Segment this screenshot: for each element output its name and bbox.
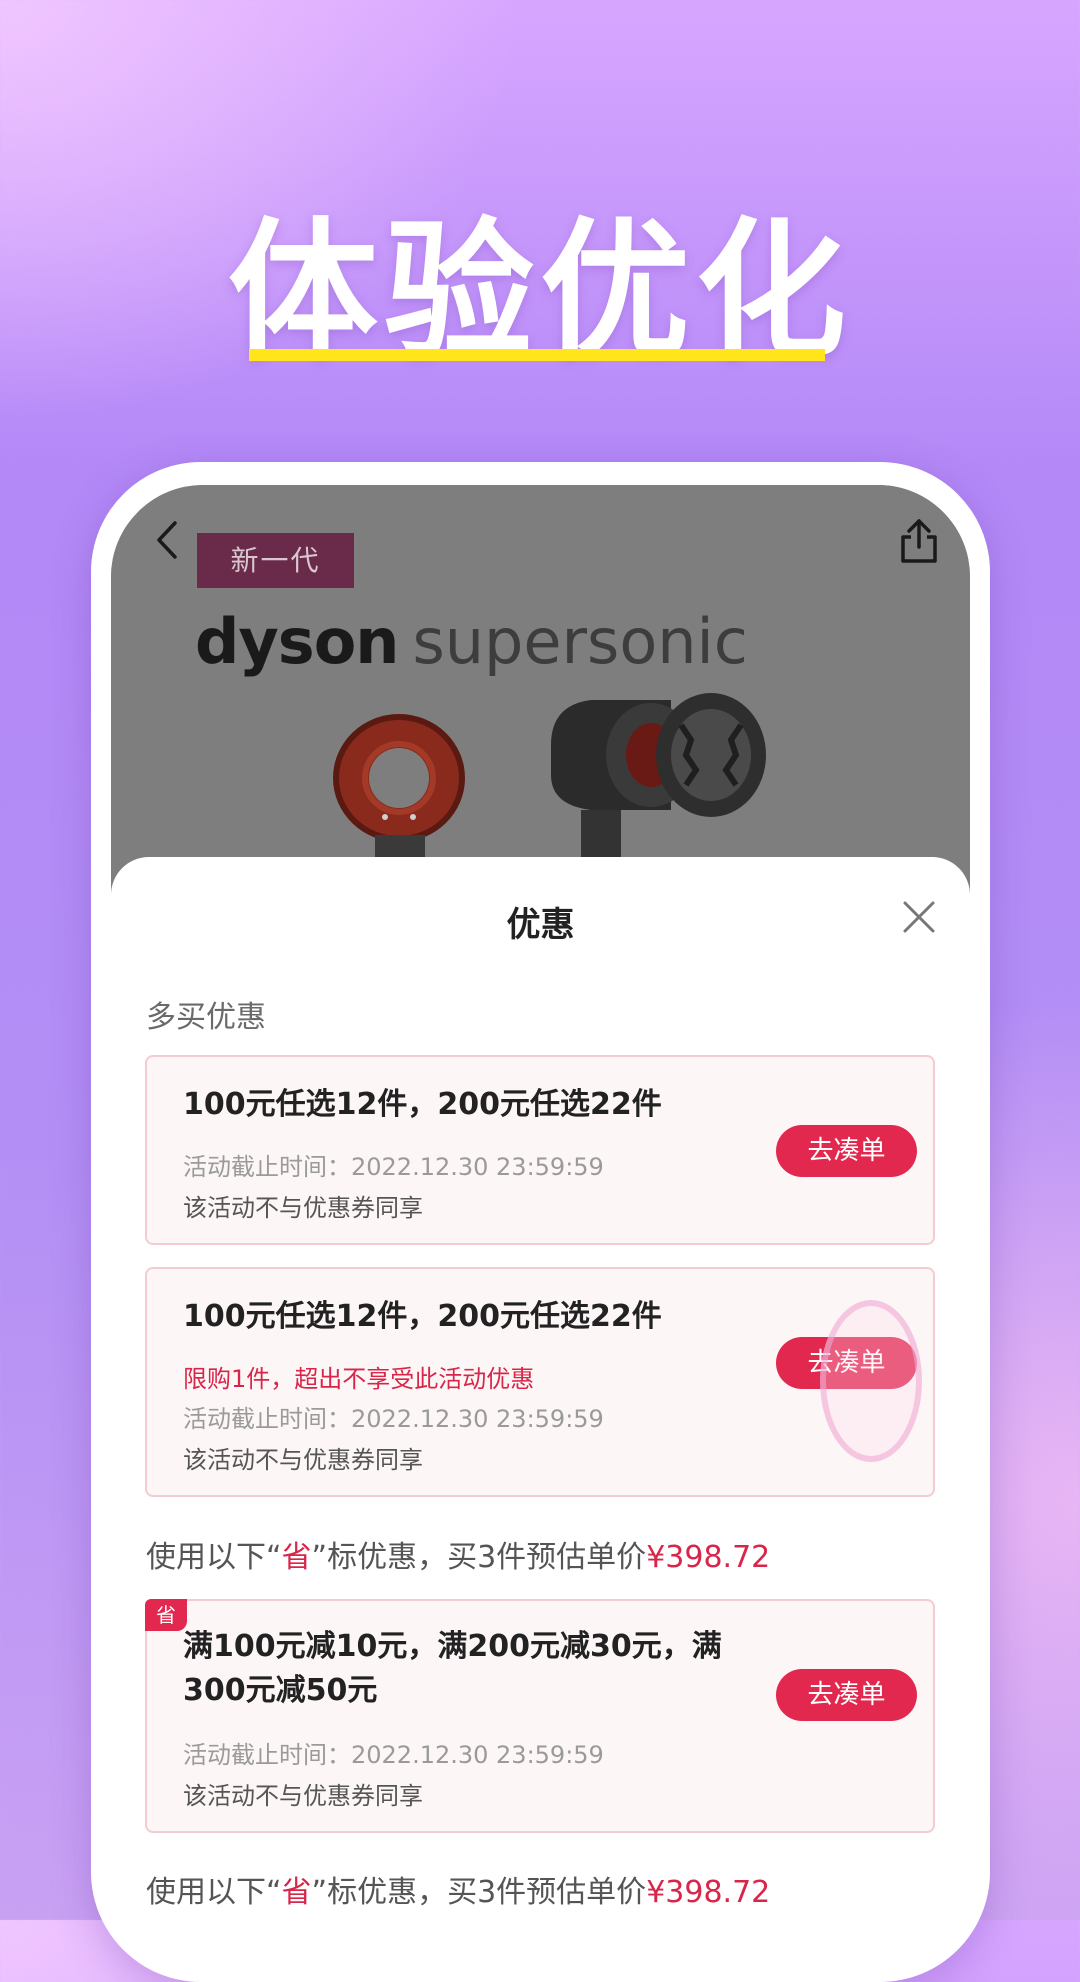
promo-card-2: 100元任选12件，200元任选22件 限购1件，超出不享受此活动优惠 活动截止… <box>145 1267 935 1497</box>
estimate-prefix: 使用以下“ <box>146 1875 282 1910</box>
go-add-items-button[interactable]: 去凑单 <box>776 1125 917 1177</box>
promo-card-note: 该活动不与优惠券同享 <box>183 1194 423 1222</box>
save-mark: 省 <box>281 1875 312 1910</box>
section-label-multi-buy: 多买优惠 <box>146 1000 266 1035</box>
go-add-items-button[interactable]: 去凑单 <box>776 1669 917 1721</box>
estimate-suffix: ”标优惠，买3件预估单价 <box>311 1540 647 1575</box>
estimate-price-text-2: 使用以下“省”标优惠，买3件预估单价¥398.72 <box>146 1867 770 1911</box>
estimate-price: ¥398.72 <box>646 1875 771 1910</box>
estimate-price: ¥398.72 <box>646 1540 771 1575</box>
back-arrow-icon[interactable] <box>147 515 187 565</box>
sheet-title: 优惠 <box>506 905 575 945</box>
promo-card-save: 省 满100元减10元，满200元减30元，满300元减50元 活动截止时间：2… <box>145 1599 935 1833</box>
product-hero-image: 新一代 dyson supersonic <box>111 485 970 885</box>
promo-card-limit: 限购1件，超出不享受此活动优惠 <box>183 1365 535 1393</box>
share-icon[interactable] <box>895 515 943 567</box>
promo-card-title: 100元任选12件，200元任选22件 <box>183 1299 662 1334</box>
promo-card-deadline: 活动截止时间：2022.12.30 23:59:59 <box>183 1741 604 1769</box>
estimate-suffix: ”标优惠，买3件预估单价 <box>311 1875 647 1910</box>
brand-name: dyson <box>195 605 399 678</box>
promo-card-title: 100元任选12件，200元任选22件 <box>183 1087 662 1122</box>
phone-screen: 新一代 dyson supersonic 优惠 多买优惠 100元任选12件，20… <box>111 485 970 1920</box>
estimate-prefix: 使用以下“ <box>146 1540 282 1575</box>
save-tag: 省 <box>145 1599 187 1631</box>
close-icon[interactable] <box>901 899 937 935</box>
promo-card-note: 该活动不与优惠券同享 <box>183 1446 423 1474</box>
new-gen-badge: 新一代 <box>197 533 354 588</box>
model-name: supersonic <box>412 605 748 678</box>
estimate-price-text: 使用以下“省”标优惠，买3件预估单价¥398.72 <box>146 1532 770 1576</box>
promo-card-note: 该活动不与优惠券同享 <box>183 1782 423 1810</box>
headline-underline <box>249 349 825 361</box>
brand-logo: dyson supersonic <box>195 605 748 678</box>
promo-card-deadline: 活动截止时间：2022.12.30 23:59:59 <box>183 1153 604 1181</box>
promo-card-title: 满100元减10元，满200元减30元，满300元减50元 <box>183 1629 722 1708</box>
save-mark: 省 <box>281 1540 312 1575</box>
decorative-ring <box>820 1300 922 1462</box>
promo-card-deadline: 活动截止时间：2022.12.30 23:59:59 <box>183 1405 604 1433</box>
promo-card-1: 100元任选12件，200元任选22件 活动截止时间：2022.12.30 23… <box>145 1055 935 1245</box>
